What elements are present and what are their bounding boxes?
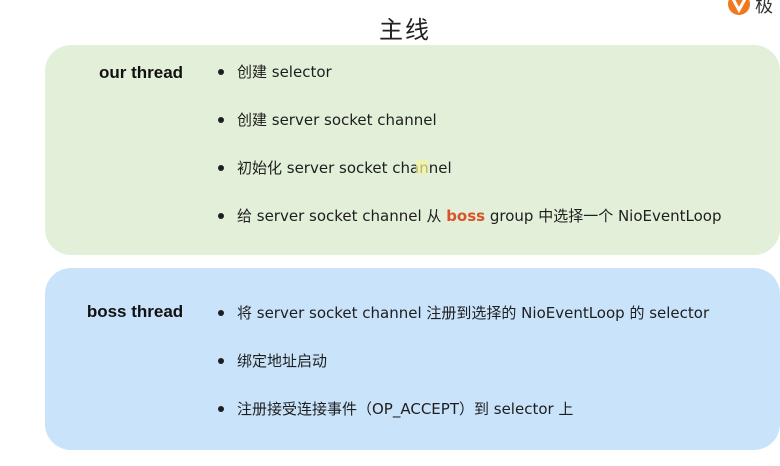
bullet-icon	[218, 69, 224, 75]
bullet-icon	[218, 358, 224, 364]
bullet-icon	[218, 213, 224, 219]
boss-highlight: boss	[446, 207, 486, 225]
cursor-highlight	[416, 160, 428, 174]
panel-label-boss-thread: boss thread	[86, 302, 184, 321]
list-item-text: 给 server socket channel 从 boss group 中选择…	[237, 205, 721, 227]
text-after-boss: group 中选择一个 NioEventLoop	[485, 207, 722, 225]
bullet-icon	[218, 117, 224, 123]
slide-title: 主线	[379, 16, 431, 44]
bullet-icon	[218, 406, 224, 412]
boss-thread-panel: boss thread 将 server socket channel 注册到选…	[45, 268, 780, 450]
our-thread-panel: our thread 创建 selector 创建 server socket …	[45, 45, 780, 255]
brand-logo: 极	[728, 0, 780, 20]
bullet-icon	[218, 165, 224, 171]
panel-label-our-thread: our thread	[98, 63, 184, 82]
list-item-text: 创建 selector	[237, 63, 332, 81]
list-item-text: 将 server socket channel 注册到选择的 NioEventL…	[237, 304, 710, 322]
list-item-text: 注册接受连接事件（OP_ACCEPT）到 selector 上	[237, 400, 574, 418]
logo-text: 极	[755, 0, 773, 17]
text-before-boss: 给 server socket channel 从	[237, 207, 447, 225]
list-item-text: 创建 server socket channel	[237, 111, 437, 129]
bullet-icon	[218, 310, 224, 316]
list-item-text: 绑定地址启动	[237, 352, 328, 370]
